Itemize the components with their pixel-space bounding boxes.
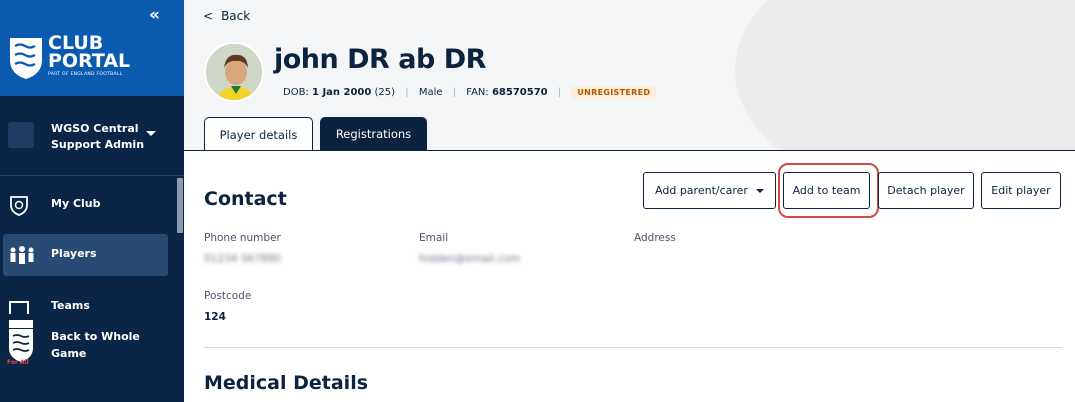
back-to-whole-game-link[interactable]: For All Back to Whole Game: [0, 314, 184, 374]
three-lions-crest-icon: [10, 38, 42, 79]
org-switcher[interactable]: WGSO Central Support Admin: [0, 96, 184, 176]
dob-value: 1 Jan 2000: [312, 87, 372, 98]
sidebar-item-label: Teams: [51, 299, 90, 312]
main-content: < Back john DR ab DR DOB: 1 Jan 2000 (25)…: [184, 0, 1075, 402]
sidebar-item-label: My Club: [51, 197, 101, 210]
contact-section-title: Contact: [204, 188, 287, 210]
back-link[interactable]: < Back: [203, 9, 250, 23]
gender: Male: [418, 87, 443, 98]
section-divider: [204, 347, 1062, 348]
people-icon: [10, 246, 34, 264]
chevron-left-icon: <: [203, 9, 214, 23]
player-details-panel: Contact Add parent/carer Add to team Det…: [184, 150, 1075, 402]
back-to-game-label: Back to Whole Game: [51, 330, 140, 360]
age: (25): [374, 87, 396, 98]
caret-down-icon: [146, 131, 156, 136]
player-header: [184, 0, 1075, 200]
player-name: john DR ab DR: [274, 44, 486, 75]
sidebar-item-players[interactable]: Players: [3, 234, 168, 276]
org-name: WGSO Central Support Admin: [51, 122, 145, 151]
shield-icon: [10, 196, 28, 216]
club-portal-logo-text: CLUB PORTAL: [48, 32, 131, 72]
player-meta: DOB: 1 Jan 2000 (25) | Male | FAN: 68570…: [283, 86, 657, 99]
crest-caption: For All: [7, 359, 29, 366]
player-avatar: [204, 42, 264, 102]
detach-player-button[interactable]: Detach player: [878, 172, 974, 209]
sidebar-scrollbar[interactable]: [176, 176, 184, 310]
sidebar-item-label: Players: [51, 247, 97, 260]
status-badge: UNREGISTERED: [571, 86, 657, 99]
edit-player-button[interactable]: Edit player: [981, 172, 1061, 209]
medical-section-title: Medical Details: [204, 372, 369, 394]
tab-registrations[interactable]: Registrations: [320, 117, 427, 151]
email-value: hidden@email.com: [419, 253, 521, 265]
add-parent-carer-button[interactable]: Add parent/carer: [643, 172, 776, 209]
org-avatar: [8, 122, 34, 148]
postcode-label: Postcode: [204, 290, 252, 302]
sidebar-logo-area: « CLUB PORTAL PART OF ENGLAND FOOTBALL: [0, 0, 184, 96]
email-label: Email: [419, 232, 449, 244]
tab-player-details[interactable]: Player details: [204, 117, 313, 151]
caret-down-icon: [755, 189, 764, 193]
sidebar: « CLUB PORTAL PART OF ENGLAND FOOTBALL W…: [0, 0, 184, 402]
phone-value: 01234 567890: [204, 253, 281, 265]
fan-number: 68570570: [491, 87, 548, 98]
address-label: Address: [634, 232, 676, 244]
sidebar-item-my-club[interactable]: My Club: [0, 184, 176, 226]
double-chevron-left-icon[interactable]: «: [149, 5, 160, 25]
postcode-value: 124: [204, 311, 226, 323]
scrollbar-thumb[interactable]: [177, 178, 183, 233]
add-to-team-button[interactable]: Add to team: [783, 172, 870, 209]
logo-subtitle: PART OF ENGLAND FOOTBALL: [48, 72, 123, 77]
phone-label: Phone number: [204, 232, 281, 244]
